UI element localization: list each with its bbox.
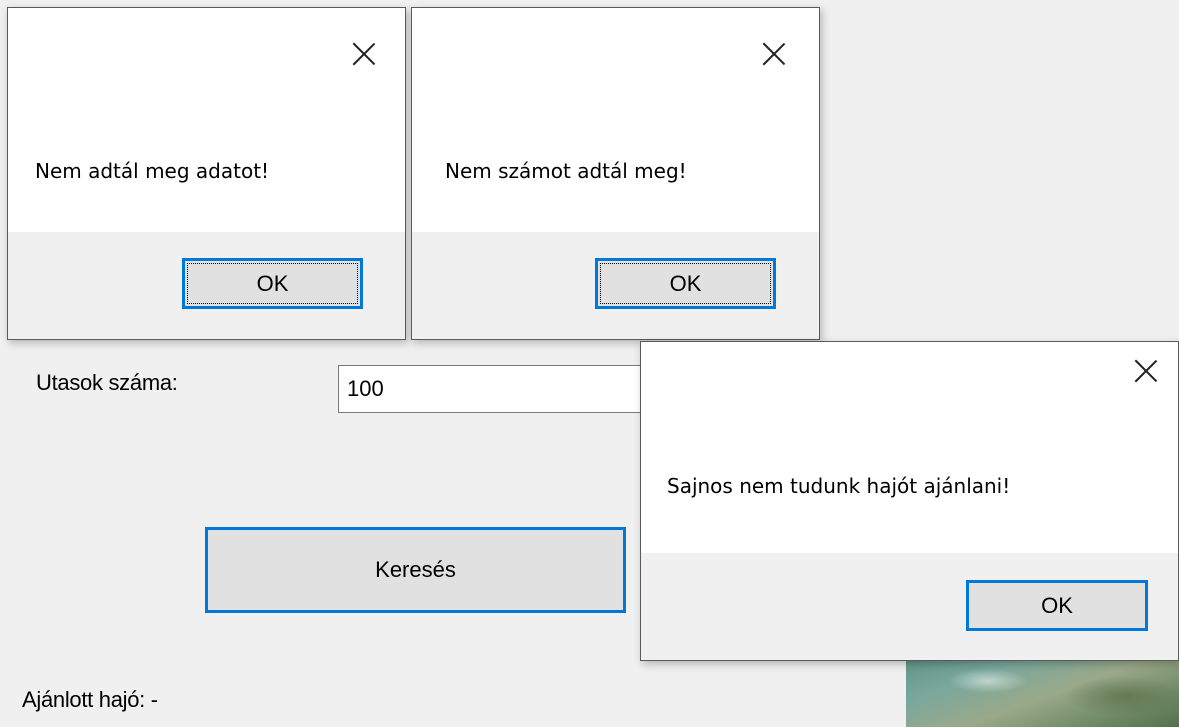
ship-picture xyxy=(906,650,1179,727)
ok-button[interactable]: OK xyxy=(595,258,776,309)
passengers-input[interactable]: 100 xyxy=(338,365,658,413)
dialog-footer: OK xyxy=(8,232,405,339)
dialog-message: Nem adtál meg adatot! xyxy=(35,159,270,183)
close-icon[interactable] xyxy=(762,42,786,66)
focus-rectangle xyxy=(600,263,771,304)
close-icon[interactable] xyxy=(1134,359,1158,383)
close-icon[interactable] xyxy=(352,42,376,66)
focus-rectangle xyxy=(187,263,358,304)
ok-button[interactable]: OK xyxy=(966,580,1148,631)
dialog-not-number: Nem számot adtál meg! OK xyxy=(411,7,820,340)
dialog-message: Nem számot adtál meg! xyxy=(445,159,687,183)
passengers-label: Utasok száma: xyxy=(36,370,178,395)
dialog-footer: OK xyxy=(641,553,1178,660)
dialog-footer: OK xyxy=(412,232,819,339)
search-button[interactable]: Keresés xyxy=(205,527,626,613)
dialog-no-ship: Sajnos nem tudunk hajót ajánlani! OK xyxy=(640,341,1179,661)
recommended-ship-label: Ajánlott hajó: - xyxy=(22,687,158,712)
dialog-no-data: Nem adtál meg adatot! OK xyxy=(7,7,406,340)
ok-button-label: OK xyxy=(1041,593,1073,618)
dialog-message: Sajnos nem tudunk hajót ajánlani! xyxy=(667,474,1011,498)
ok-button[interactable]: OK xyxy=(182,258,363,309)
